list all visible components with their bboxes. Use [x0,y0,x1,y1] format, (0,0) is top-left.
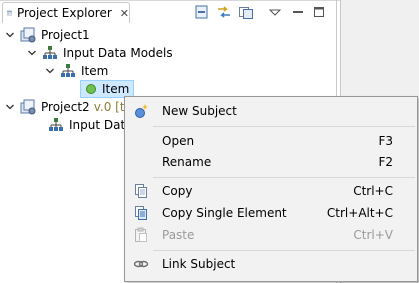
context-menu: New Subject Open F3 Rename F2 Copy Ctrl+… [124,96,418,282]
data-model-icon [60,63,76,79]
chevron-down-icon[interactable] [26,47,38,59]
project-explorer-icon [7,10,12,16]
menu-shortcut: Ctrl+C [353,184,393,198]
close-icon[interactable]: ✕ [120,7,129,20]
menu-separator [153,177,415,178]
link-icon [133,256,149,272]
tree-node-item-folder[interactable]: Item [44,62,108,80]
tree-node-project1[interactable]: Project1 [4,26,90,44]
tree-label: Input Data Models [63,46,173,60]
chevron-down-icon[interactable] [4,29,16,41]
copy-single-icon [133,205,149,221]
menu-item-open[interactable]: Open F3 [127,130,415,152]
menu-label: Rename [162,155,212,169]
collapse-all-icon[interactable] [194,4,210,23]
menu-separator [153,126,415,127]
menu-item-new-subject[interactable]: New Subject [127,100,415,122]
menu-label: Copy Single Element [162,206,287,220]
data-model-icon [42,45,58,61]
menu-label: Paste [162,228,195,242]
project-icon [20,99,36,115]
tree-label: Item [102,82,130,96]
data-model-icon [48,117,64,133]
view-tab-bar: Project Explorer ✕ [0,0,336,24]
view-menu-icon[interactable] [268,4,282,23]
tree-label: Item [81,64,109,78]
menu-shortcut: Ctrl+Alt+C [326,206,393,220]
tab-label: Project Explorer [16,6,112,20]
menu-label: Open [162,134,195,148]
maximize-icon[interactable] [312,4,326,23]
menu-label: New Subject [162,104,237,118]
tree-label: Project1 [41,28,90,42]
tab-project-explorer[interactable]: Project Explorer ✕ [2,2,130,23]
menu-item-rename[interactable]: Rename F2 [127,151,415,173]
copy-icon [133,183,149,199]
minimize-icon[interactable] [291,4,305,23]
menu-shortcut: Ctrl+V [353,228,393,242]
menu-shortcut: F3 [378,134,393,148]
menu-label: Link Subject [162,257,236,271]
chevron-down-icon[interactable] [44,65,56,77]
new-subject-icon [133,103,149,119]
link-with-editor-icon[interactable] [216,4,232,23]
new-window-icon[interactable] [238,4,254,23]
menu-separator [153,250,415,251]
menu-item-link-subject[interactable]: Link Subject [127,253,415,275]
project-icon [20,27,36,43]
tree-label: Project2 [41,100,90,114]
tree-node-project2[interactable]: Project2 v.0 [tru [4,98,137,116]
paste-icon [133,227,149,243]
chevron-down-icon[interactable] [4,101,16,113]
menu-item-paste[interactable]: Paste Ctrl+V [127,224,415,246]
menu-shortcut: F2 [378,155,393,169]
menu-item-copy-single-element[interactable]: Copy Single Element Ctrl+Alt+C [127,202,415,224]
tree-node-input-data-models[interactable]: Input Data Models [26,44,173,62]
green-circle-icon [85,83,97,95]
menu-item-copy[interactable]: Copy Ctrl+C [127,180,415,202]
menu-label: Copy [162,184,193,198]
